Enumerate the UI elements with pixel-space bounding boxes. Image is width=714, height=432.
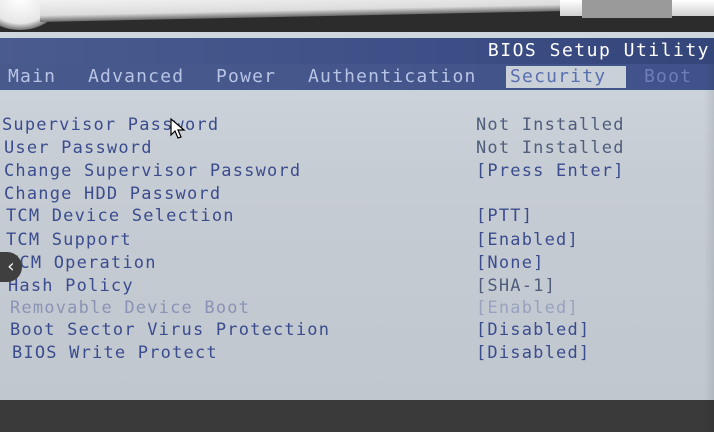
tab-main[interactable]: Main — [4, 66, 60, 88]
tab-boot[interactable]: Boot — [640, 66, 696, 88]
setting-value: [Enabled] — [476, 298, 579, 318]
setting-value[interactable]: [SHA-1] — [476, 276, 556, 296]
setting-row-boot-sector-virus-protection[interactable]: Boot Sector Virus Protection [Disabled] — [0, 320, 714, 342]
setting-row-change-supervisor-password[interactable]: Change Supervisor Password [Press Enter] — [0, 161, 714, 183]
menu-bar: Main Advanced Power Authentication Secur… — [0, 64, 714, 90]
mouse-cursor-icon — [170, 118, 186, 139]
tab-security[interactable]: Security — [506, 66, 626, 88]
setting-row-hash-policy[interactable]: Hash Policy [SHA-1] — [0, 276, 714, 298]
setting-row-user-password: User Password Not Installed — [0, 138, 714, 160]
setting-value: Not Installed — [476, 115, 625, 135]
setting-value[interactable]: [Disabled] — [476, 343, 590, 363]
window-title: BIOS Setup Utility — [487, 40, 710, 61]
setting-label: User Password — [4, 138, 153, 158]
title-bar: BIOS Setup Utility — [0, 38, 714, 64]
setting-label[interactable]: Hash Policy — [8, 276, 134, 296]
setting-label[interactable]: Change Supervisor Password — [4, 161, 301, 181]
setting-row-tcm-operation[interactable]: TCM Operation [None] — [0, 253, 714, 275]
setting-label[interactable]: BIOS Write Protect — [12, 343, 218, 363]
setting-label[interactable]: TCM Support — [6, 230, 132, 250]
setting-row-bios-write-protect[interactable]: BIOS Write Protect [Disabled] — [0, 343, 714, 365]
monitor-badge — [582, 0, 672, 18]
tab-authentication[interactable]: Authentication — [304, 66, 481, 88]
setting-value[interactable]: [Disabled] — [476, 320, 590, 340]
tab-advanced[interactable]: Advanced — [84, 66, 188, 88]
setting-row-removable-device-boot: Removable Device Boot [Enabled] — [0, 298, 714, 320]
bios-screen: BIOS Setup Utility Main Advanced Power A… — [0, 32, 714, 432]
setting-value[interactable]: [None] — [476, 253, 545, 273]
setting-label: Removable Device Boot — [10, 298, 251, 318]
setting-value[interactable]: [Enabled] — [476, 230, 579, 250]
setting-value: Not Installed — [476, 138, 625, 158]
setting-label[interactable]: TCM Operation — [8, 253, 157, 273]
screen-shadow — [704, 64, 714, 432]
setting-label[interactable]: TCM Device Selection — [6, 206, 235, 226]
setting-row-tcm-device-selection[interactable]: TCM Device Selection [PTT] — [0, 206, 714, 228]
setting-row-change-hdd-password[interactable]: Change HDD Password — [0, 184, 714, 206]
setting-value[interactable]: [PTT] — [476, 206, 533, 226]
setting-row-supervisor-password: Supervisor Password Not Installed — [0, 115, 714, 137]
setting-label[interactable]: Change HDD Password — [4, 184, 221, 204]
setting-label[interactable]: Boot Sector Virus Protection — [10, 320, 330, 340]
setting-value[interactable]: [Press Enter] — [476, 161, 625, 181]
setting-label: Supervisor Password — [2, 115, 220, 135]
tab-power[interactable]: Power — [212, 66, 280, 88]
setting-row-tcm-support[interactable]: TCM Support [Enabled] — [0, 230, 714, 252]
